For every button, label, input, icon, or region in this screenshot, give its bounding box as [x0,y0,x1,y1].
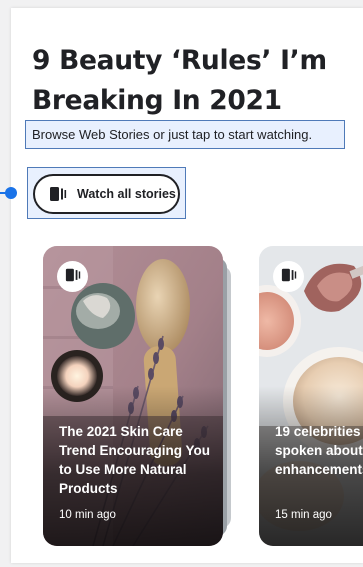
story-card[interactable]: 19 celebrities who have spoken about cos… [259,246,363,546]
story-badge [273,261,304,292]
story-title: The 2021 Skin Care Trend Encouraging You… [59,424,211,496]
story-card[interactable]: The 2021 Skin Care Trend Encouraging You… [43,246,223,546]
page-title: 9 Beauty ‘Rules’ I’m Breaking In 2021 [32,45,327,116]
story-time: 10 min ago [59,509,116,521]
story-badge [57,261,88,292]
watch-all-stories-label: Watch all stories [77,187,176,201]
helper-text: Browse Web Stories or just tap to start … [25,120,345,149]
story-stack-icon [64,267,82,287]
story-time: 15 min ago [275,509,332,521]
story-stack-icon [48,183,70,205]
story-stack-icon [280,267,298,287]
watch-all-stories-button[interactable]: Watch all stories [33,174,180,214]
focus-indicator-dot [5,187,17,199]
story-title: 19 celebrities who have spoken about cos… [275,424,363,477]
stories-page: 9 Beauty ‘Rules’ I’m Breaking In 2021 Br… [11,8,363,563]
